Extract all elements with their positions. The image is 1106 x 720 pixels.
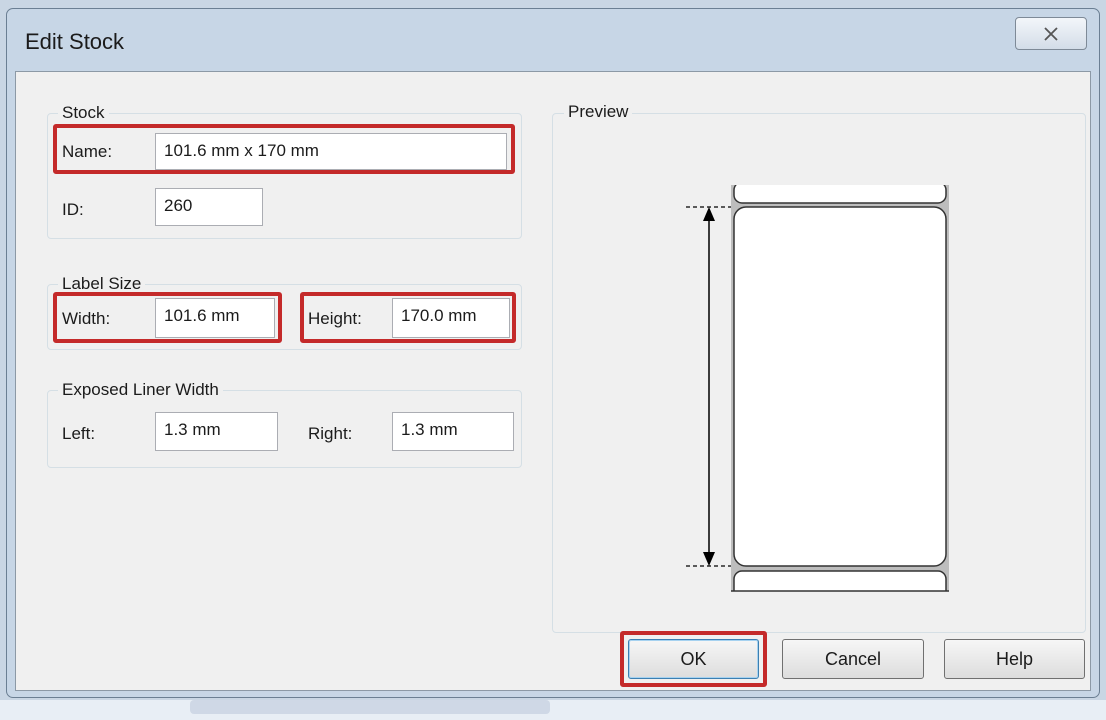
label-preview [686, 177, 949, 602]
close-icon [1044, 26, 1058, 41]
close-button[interactable] [1015, 17, 1087, 50]
id-label: ID: [62, 200, 84, 219]
height-highlight [300, 292, 516, 343]
edit-stock-dialog: Edit Stock Stock Name: 101.6 mm x 170 mm… [6, 8, 1100, 698]
arrow-up-icon [703, 207, 715, 221]
id-field[interactable]: 260 [155, 188, 263, 226]
exposed-liner-group-title: Exposed Liner Width [58, 379, 223, 401]
width-highlight [53, 292, 282, 343]
left-liner-field[interactable]: 1.3 mm [155, 412, 278, 451]
previous-label [733, 181, 947, 204]
top-cover [731, 177, 949, 185]
bottom-cover [731, 591, 949, 602]
title-bar: Edit Stock [7, 9, 1099, 71]
stock-group-title: Stock [58, 102, 109, 124]
right-liner-field[interactable]: 1.3 mm [392, 412, 514, 451]
cancel-button[interactable]: Cancel [782, 639, 924, 679]
background-blur [190, 700, 550, 714]
help-button[interactable]: Help [944, 639, 1085, 679]
current-label [733, 206, 947, 567]
right-label: Right: [308, 424, 353, 443]
ok-highlight [620, 631, 767, 687]
dialog-title: Edit Stock [25, 29, 125, 54]
background-strip [0, 700, 1106, 720]
left-label: Left: [62, 424, 96, 443]
name-highlight [53, 124, 515, 174]
arrow-down-icon [703, 552, 715, 566]
dialog-body: Stock Name: 101.6 mm x 170 mm ID: 260 La… [15, 71, 1091, 691]
preview-group-title: Preview [564, 101, 633, 123]
